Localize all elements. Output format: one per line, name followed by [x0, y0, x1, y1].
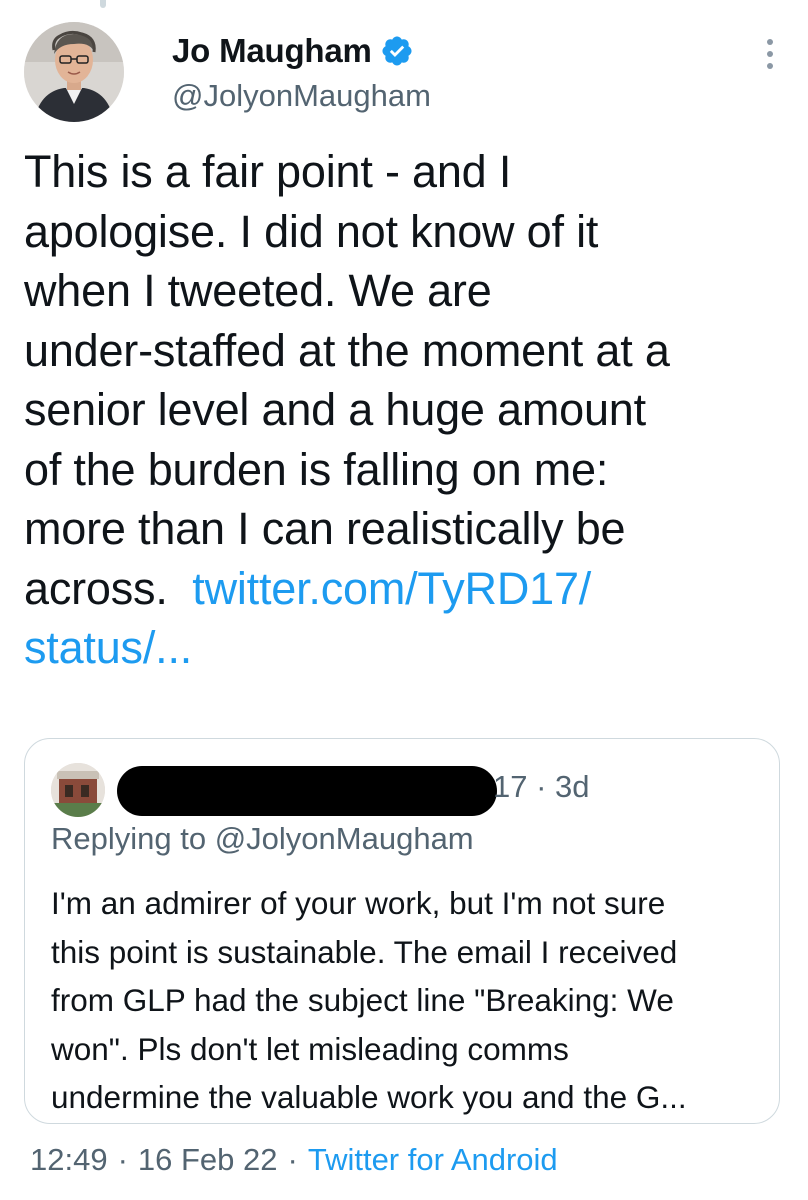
- tweet-date[interactable]: 16 Feb 22: [138, 1142, 278, 1178]
- quoted-tweet-line: from GLP had the subject line "Breaking:…: [51, 982, 674, 1018]
- author-handle[interactable]: @JolyonMaugham: [172, 78, 431, 114]
- footer-separator: ·: [117, 1142, 128, 1177]
- tweet-line: more than I can realistically be: [24, 503, 626, 554]
- top-edge: [0, 0, 808, 20]
- quoted-tweet-line: I'm an admirer of your work, but I'm not…: [51, 885, 666, 921]
- quoted-avatar-image: [51, 763, 105, 817]
- quoted-tweet-line: undermine the valuable work you and the …: [51, 1079, 687, 1115]
- tweet-body: This is a fair point - and I apologise. …: [24, 142, 794, 678]
- tweet-line: of the burden is falling on me:: [24, 443, 609, 495]
- tweet-line-text: across.: [24, 562, 168, 614]
- tweet-line: This is a fair point - and I: [24, 146, 512, 197]
- author-avatar-image: [24, 22, 124, 122]
- tweet-time[interactable]: 12:49: [30, 1142, 108, 1178]
- more-vertical-icon[interactable]: [760, 32, 780, 76]
- quoted-tweet-link[interactable]: twitter.com/TyRD17/: [192, 563, 591, 614]
- tweet-line-with-link: across. twitter.com/TyRD17/: [24, 559, 794, 619]
- footer-separator: ·: [287, 1142, 298, 1177]
- top-edge-mark: [100, 0, 106, 8]
- author-display-name[interactable]: Jo Maugham: [172, 32, 372, 70]
- author-name-row: Jo Maugham: [172, 32, 414, 70]
- quoted-tweet-body: I'm an admirer of your work, but I'm not…: [51, 879, 767, 1122]
- quoted-tweet-link-continued[interactable]: status/...: [24, 618, 794, 678]
- quoted-tweet-card[interactable]: 17 · 3d Replying to @JolyonMaugham I'm a…: [24, 738, 780, 1124]
- redacted-author-name: [117, 766, 497, 816]
- quoted-tweet-meta: 17 · 3d: [493, 769, 590, 804]
- tweet-line: apologise. I did not know of it: [24, 205, 599, 257]
- tweet-header: Jo Maugham @JolyonMaugham: [24, 22, 784, 122]
- tweet-line: under-staffed at the moment at a: [24, 324, 670, 376]
- quoted-tweet-line: this point is sustainable. The email I r…: [51, 933, 678, 970]
- replying-to-label: Replying to @JolyonMaugham: [51, 821, 474, 856]
- tweet-line: senior level and a huge amount: [24, 384, 646, 435]
- quoted-author-avatar: [51, 763, 105, 817]
- verified-badge-icon: [382, 36, 412, 66]
- tweet-source-link[interactable]: Twitter for Android: [308, 1142, 558, 1178]
- tweet-line: when I tweeted. We are: [24, 265, 492, 316]
- tweet-footer: 12:49 · 16 Feb 22 · Twitter for Android: [30, 1142, 558, 1178]
- quoted-tweet-line: won". Pls don't let misleading comms: [51, 1030, 569, 1067]
- author-avatar[interactable]: [24, 22, 124, 122]
